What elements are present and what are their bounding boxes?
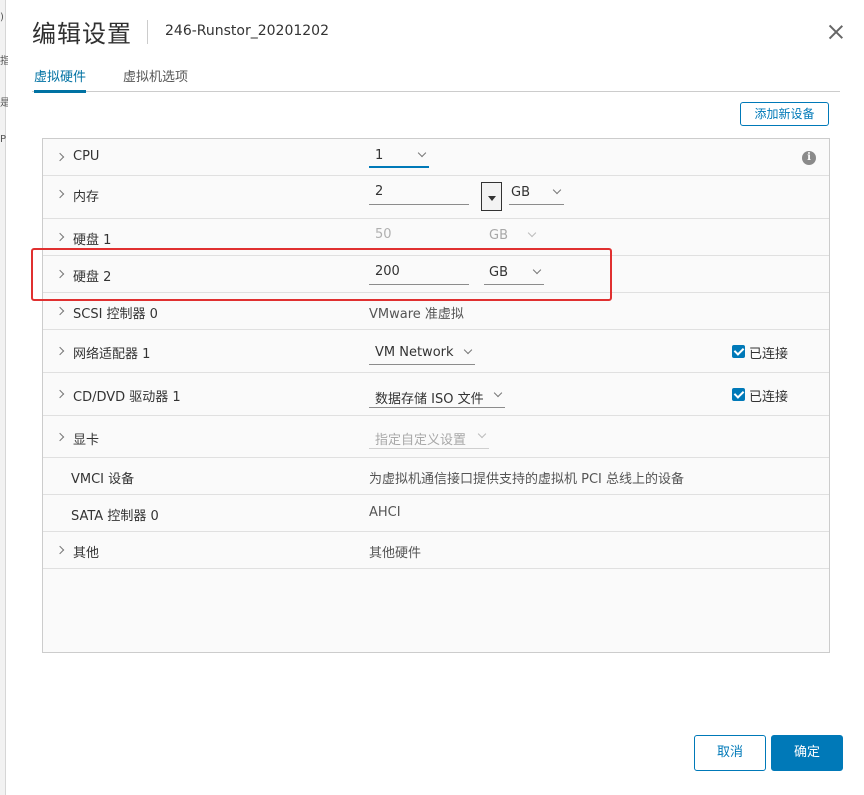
memory-label: 内存 [73,190,100,205]
chevron-down-icon [477,429,487,439]
tab-bar: 虚拟硬件 虚拟机选项 [32,64,840,93]
network-select[interactable]: VM Network [369,345,475,365]
other-value: 其他硬件 [369,546,422,561]
virtual-hardware-panel: CPU 1 i 内存 2 GB 硬盘 1 50 GB 硬盘 2 200 GB S… [42,138,830,653]
hardware-row-cddvd: CD/DVD 驱动器 1 数据存储 ISO 文件 已连接 [43,373,829,416]
disk1-unit: GB [489,228,508,243]
chevron-right-icon[interactable] [57,546,65,554]
tab-vm-options[interactable]: 虚拟机选项 [123,66,188,92]
tab-virtual-hardware[interactable]: 虚拟硬件 [34,66,87,93]
hardware-row-sata: SATA 控制器 0 AHCI [43,495,829,532]
disk2-unit-select[interactable]: GB [484,265,544,285]
background-page: ) 指 是 P [0,0,10,795]
vmci-label: VMCI 设备 [71,472,135,487]
network-connected-checkbox[interactable] [732,345,745,358]
chevron-right-icon[interactable] [57,307,65,315]
title-divider [147,20,148,44]
cpu-select[interactable]: 1 [369,148,429,168]
edit-settings-dialog: 编辑设置 246-Runstor_20201202 虚拟硬件 虚拟机选项 添加新… [8,0,864,795]
vm-name: 246-Runstor_20201202 [165,23,329,39]
memory-unit-select[interactable]: GB [509,185,564,205]
chevron-down-icon [493,388,503,398]
background-fragment: ) [0,12,4,23]
vmci-value: 为虚拟机通信接口提供支持的虚拟机 PCI 总线上的设备 [369,472,685,487]
memory-unit: GB [511,185,530,200]
chevron-right-icon[interactable] [57,190,65,198]
info-icon[interactable]: i [802,151,816,165]
cddvd-select[interactable]: 数据存储 ISO 文件 [369,388,505,408]
hardware-row-memory: 内存 2 GB [43,176,829,219]
hardware-row-disk2: 硬盘 2 200 GB [43,256,829,293]
video-value: 指定自定义设置 [375,433,467,448]
other-label: 其他 [73,546,100,561]
background-fragment: P [0,134,7,145]
cpu-label: CPU [73,149,100,164]
cancel-button[interactable]: 取消 [694,735,766,771]
network-connected-label: 已连接 [749,347,789,362]
hardware-row-vmci: VMCI 设备 为虚拟机通信接口提供支持的虚拟机 PCI 总线上的设备 [43,458,829,495]
hardware-row-disk1: 硬盘 1 50 GB [43,219,829,256]
disk2-unit: GB [489,265,508,280]
chevron-down-icon [417,148,427,158]
scsi-label: SCSI 控制器 0 [73,307,158,322]
cpu-value: 1 [375,148,384,163]
network-value: VM Network [375,345,454,360]
chevron-right-icon[interactable] [57,390,65,398]
disk1-label: 硬盘 1 [73,233,112,248]
sata-value: AHCI [369,505,401,520]
cddvd-value: 数据存储 ISO 文件 [375,392,484,407]
hardware-row-cpu: CPU 1 i [43,139,829,176]
hardware-row-network: 网络适配器 1 VM Network 已连接 [43,330,829,373]
chevron-down-icon [527,228,537,238]
cddvd-connected-checkbox[interactable] [732,388,745,401]
disk2-label: 硬盘 2 [73,270,112,285]
cddvd-label: CD/DVD 驱动器 1 [73,390,181,405]
disk1-unit-select: GB [489,228,539,248]
sata-label: SATA 控制器 0 [71,509,159,524]
memory-dropdown-button[interactable] [481,182,502,211]
chevron-right-icon[interactable] [57,433,65,441]
chevron-right-icon[interactable] [57,153,65,161]
chevron-right-icon[interactable] [57,347,65,355]
chevron-down-icon [532,265,542,275]
cddvd-connected-label: 已连接 [749,390,789,405]
chevron-down-icon [463,345,473,355]
hardware-row-scsi: SCSI 控制器 0 VMware 准虚拟 [43,293,829,330]
ok-button[interactable]: 确定 [771,735,843,771]
chevron-down-icon [552,185,562,195]
hardware-row-other: 其他 其他硬件 [43,532,829,569]
dialog-title: 编辑设置 [32,20,132,48]
memory-input[interactable]: 2 [369,184,469,205]
chevron-right-icon[interactable] [57,270,65,278]
close-icon[interactable] [826,22,846,42]
chevron-right-icon[interactable] [57,233,65,241]
scsi-value: VMware 准虚拟 [369,307,464,322]
video-select: 指定自定义设置 [369,429,489,449]
disk1-input: 50 [375,227,392,242]
hardware-row-video: 显卡 指定自定义设置 [43,416,829,458]
add-new-device-button[interactable]: 添加新设备 [740,102,829,126]
video-label: 显卡 [73,433,100,448]
network-label: 网络适配器 1 [73,347,151,362]
disk2-input[interactable]: 200 [369,264,469,285]
